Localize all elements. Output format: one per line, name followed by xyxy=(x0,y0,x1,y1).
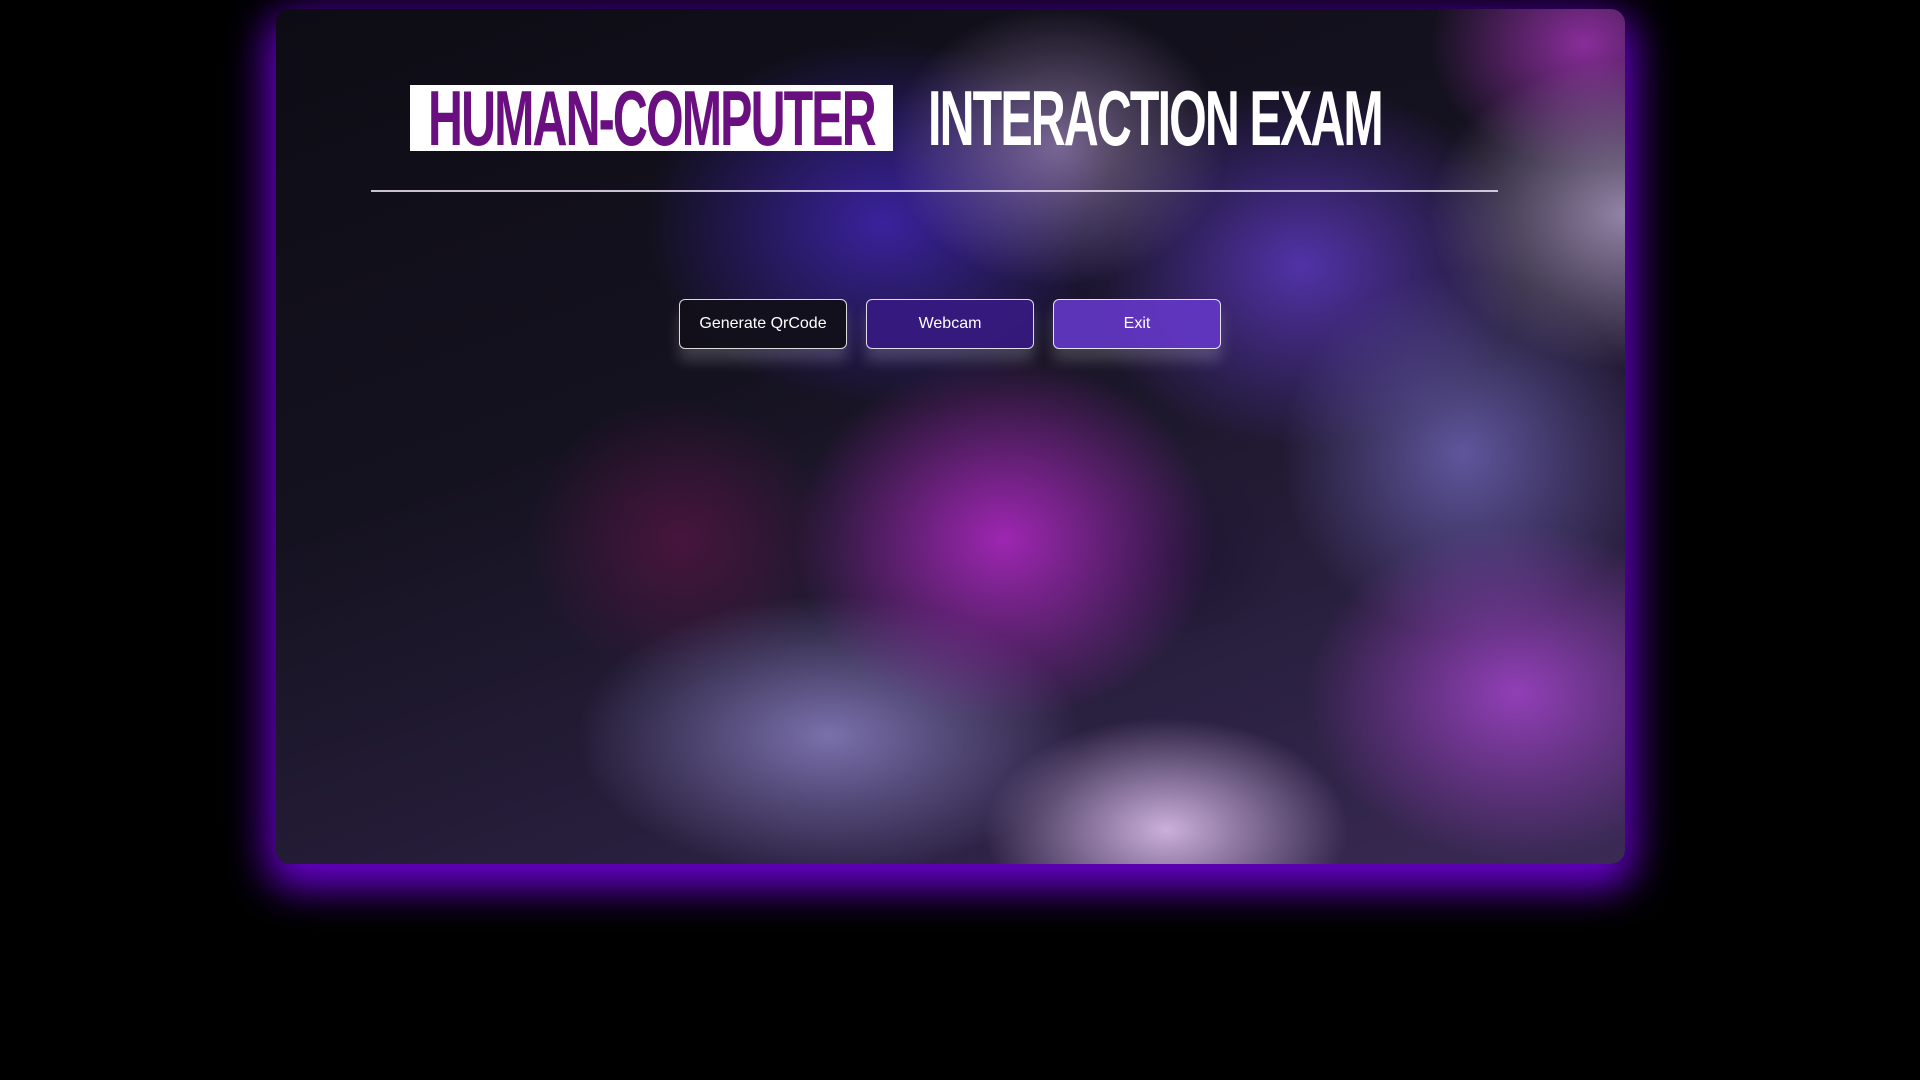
main-card: HUMAN-COMPUTER INTERACTION EXAM Generate… xyxy=(276,9,1625,864)
title-divider xyxy=(371,190,1498,192)
generate-qrcode-button[interactable]: Generate QrCode xyxy=(679,299,847,349)
title-highlight-text: HUMAN-COMPUTER xyxy=(428,74,877,162)
webcam-button[interactable]: Webcam xyxy=(866,299,1034,349)
exit-button[interactable]: Exit xyxy=(1053,299,1221,349)
page-title: HUMAN-COMPUTER INTERACTION EXAM xyxy=(276,77,1625,159)
title-rest-text: INTERACTION EXAM xyxy=(928,74,1384,162)
